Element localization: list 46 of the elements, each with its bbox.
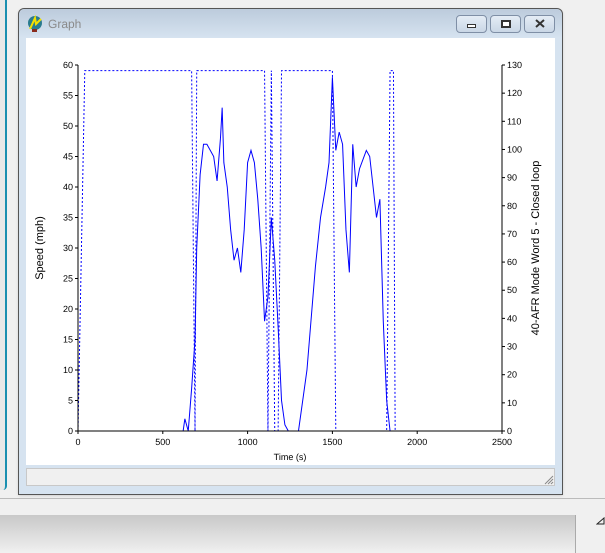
y-tick-label: 45 (62, 152, 73, 162)
x-tick-label: 1000 (238, 437, 258, 447)
y-tick-label: 5 (68, 396, 73, 406)
y2-tick-label: 110 (507, 116, 522, 126)
close-button[interactable] (524, 14, 555, 32)
y2-tick-label: 70 (507, 228, 518, 239)
x-tick-label: 2000 (407, 437, 428, 447)
y2-tick-label: 20 (507, 370, 518, 380)
window-title: Graph (48, 16, 82, 32)
maximize-button[interactable] (490, 14, 521, 32)
y2-tick-label: 90 (507, 172, 518, 183)
x-tick-label: 500 (155, 437, 170, 447)
y2-tick-label: 40 (507, 313, 518, 324)
y-tick-label: 55 (62, 90, 73, 100)
y-axis-title: Speed (mph) (34, 216, 46, 280)
y2-tick-label: 130 (507, 60, 522, 70)
graph-app-icon (26, 14, 44, 32)
y2-tick-label: 10 (507, 398, 518, 408)
x-tick-label: 0 (76, 437, 80, 447)
x-tick-label: 1500 (322, 437, 342, 447)
x-tick-label: 2500 (492, 437, 512, 447)
maximize-icon (500, 20, 510, 28)
y2-tick-label: 80 (507, 200, 518, 211)
minimize-button[interactable] (456, 14, 487, 32)
y2-tick-label: 0 (507, 426, 512, 436)
y-tick-label: 60 (62, 60, 73, 70)
y-tick-label: 25 (62, 274, 73, 284)
y2-tick-label: 30 (507, 342, 518, 352)
resize-grip-icon (543, 474, 554, 485)
y2-tick-label: 100 (507, 144, 522, 154)
y-tick-label: 30 (62, 243, 73, 253)
right-axis-title: 40-AFR Mode Word 5 - Closed loop (530, 160, 542, 336)
y-tick-label: 15 (62, 334, 73, 344)
x-axis-title: Time (s) (274, 452, 306, 462)
y-tick-label: 40 (62, 182, 73, 192)
y-tick-label: 20 (62, 304, 73, 314)
triangle-icon (596, 517, 605, 525)
y-tick-label: 50 (62, 121, 73, 131)
y2-tick-label: 60 (507, 257, 518, 268)
close-icon (534, 19, 544, 28)
y2-tick-label: 50 (507, 285, 518, 296)
y-tick-label: 10 (62, 365, 73, 375)
y-tick-label: 35 (62, 212, 73, 222)
minimize-icon (467, 24, 476, 28)
y-tick-label: 0 (68, 426, 73, 436)
y2-tick-label: 120 (507, 88, 522, 98)
